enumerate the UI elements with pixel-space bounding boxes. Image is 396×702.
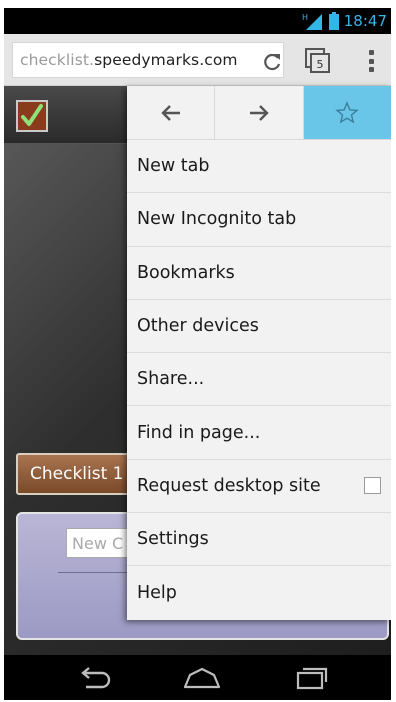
system-nav-bar (4, 655, 391, 700)
menu-item-request-desktop-site[interactable]: Request desktop site (127, 460, 391, 514)
overflow-menu-icon[interactable] (364, 47, 378, 75)
overflow-menu: New tab New Incognito tab Bookmarks Othe… (127, 86, 391, 620)
reload-icon[interactable] (261, 51, 283, 73)
menu-item-new-incognito-tab[interactable]: New Incognito tab (127, 193, 391, 247)
device-screen: H 18:47 checklist. speedymarks.com 5 Che… (4, 8, 391, 700)
menu-forward-button[interactable] (215, 86, 304, 139)
menu-item-bookmarks[interactable]: Bookmarks (127, 247, 391, 300)
back-icon (81, 667, 111, 689)
system-home-button[interactable] (180, 663, 224, 693)
url-subdomain: checklist. (20, 51, 95, 69)
forward-arrow-icon (249, 104, 269, 121)
home-icon (183, 667, 221, 689)
tabs-icon[interactable]: 5 (304, 47, 332, 75)
menu-item-find-in-page[interactable]: Find in page... (127, 406, 391, 460)
system-recent-apps-button[interactable] (290, 663, 334, 693)
request-desktop-site-checkbox[interactable] (364, 477, 381, 495)
status-bar: H 18:47 (4, 8, 391, 34)
system-back-button[interactable] (72, 663, 116, 693)
tab-count: 5 (317, 58, 324, 71)
app-logo[interactable] (16, 100, 48, 132)
checkmark-icon (21, 104, 43, 126)
menu-item-new-tab[interactable]: New tab (127, 140, 391, 194)
back-arrow-icon (160, 104, 180, 121)
menu-item-other-devices[interactable]: Other devices (127, 300, 391, 354)
menu-back-button[interactable] (127, 86, 216, 139)
status-time: 18:47 (343, 12, 387, 30)
browser-toolbar: checklist. speedymarks.com 5 (4, 34, 391, 86)
url-bar[interactable]: checklist. speedymarks.com (12, 42, 284, 78)
menu-item-share[interactable]: Share... (127, 353, 391, 407)
menu-nav-row (127, 86, 391, 140)
battery-icon (328, 12, 339, 30)
star-icon (335, 100, 360, 123)
svg-text:H: H (302, 13, 308, 22)
menu-item-help[interactable]: Help (127, 566, 391, 619)
network-signal-icon: H (302, 13, 322, 30)
url-domain: speedymarks.com (94, 51, 238, 69)
menu-bookmark-button[interactable] (303, 86, 391, 139)
recent-apps-icon (296, 667, 328, 690)
menu-item-settings[interactable]: Settings (127, 513, 391, 567)
